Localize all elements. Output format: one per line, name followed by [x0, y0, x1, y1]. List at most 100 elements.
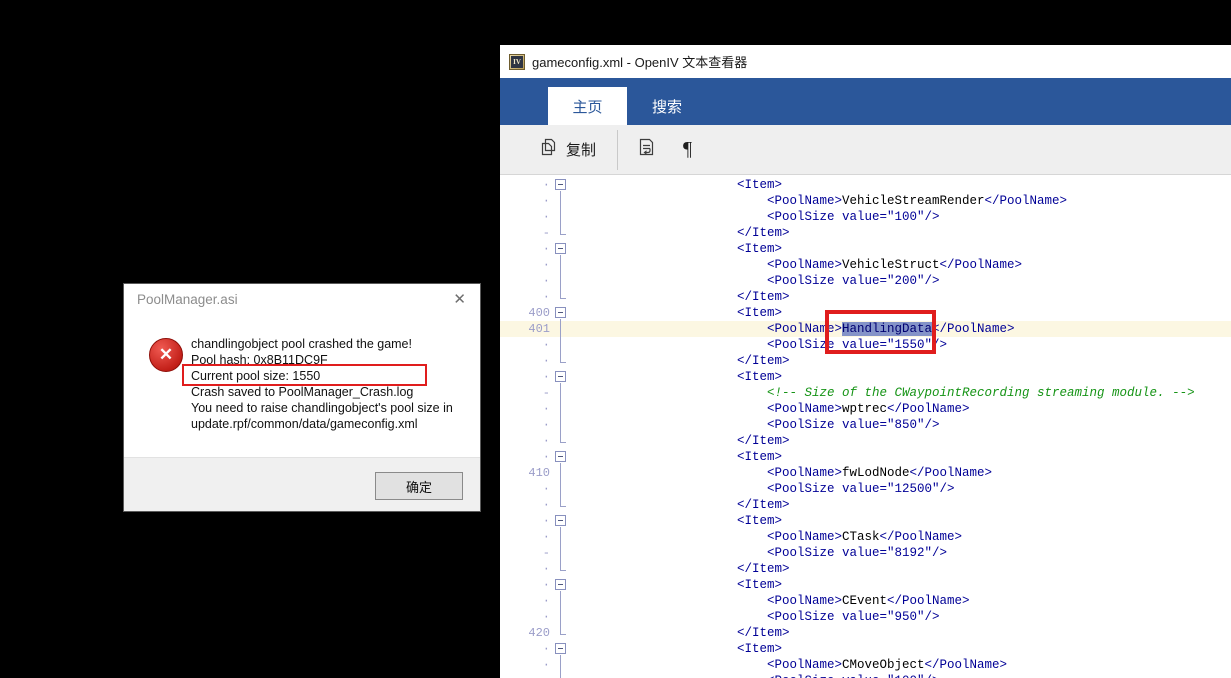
line-number: · — [542, 338, 550, 352]
code-line[interactable]: · </Item> — [500, 289, 1231, 305]
code-line[interactable]: · <PoolName>CEvent</PoolName> — [500, 593, 1231, 609]
ok-button[interactable]: 确定 — [375, 472, 463, 500]
code-line[interactable]: · <Item> — [500, 641, 1231, 657]
collapse-minus-icon[interactable] — [555, 643, 566, 654]
code-text: <PoolName>CMoveObject</PoolName> — [767, 658, 1008, 672]
code-line[interactable]: · </Item> — [500, 497, 1231, 513]
code-line[interactable]: · <PoolSize value="100"/> — [500, 209, 1231, 225]
code-text: <Item> — [737, 514, 783, 528]
code-line[interactable]: · <PoolSize value="200"/> — [500, 273, 1231, 289]
code-line[interactable]: · <Item> — [500, 513, 1231, 529]
collapse-minus-icon[interactable] — [555, 179, 566, 190]
code-lines: · <Item> · <PoolName>VehicleStreamRender</P… — [500, 177, 1231, 678]
code-line[interactable]: · <PoolSize value="950"/> — [500, 609, 1231, 625]
tab-search[interactable]: 搜索 — [627, 87, 707, 125]
pilcrow-icon: ¶ — [683, 138, 693, 160]
code-line[interactable]: - </Item> — [500, 225, 1231, 241]
dialog-titlebar[interactable]: PoolManager.asi ✕ — [124, 284, 480, 314]
annotation-box-handlingdata — [825, 310, 936, 354]
code-text: <Item> — [737, 642, 783, 656]
dialog-body: ✕ chandlingobject pool crashed the game!… — [124, 314, 480, 459]
dialog-close-icon[interactable]: ✕ — [453, 290, 466, 308]
line-number: · — [500, 673, 550, 678]
code-text: <PoolName>CEvent</PoolName> — [767, 594, 970, 608]
fold-collapse-icon[interactable] — [550, 369, 572, 385]
code-line[interactable]: · <PoolName>VehicleStruct</PoolName> — [500, 257, 1231, 273]
copy-button[interactable]: 复制 — [538, 137, 596, 162]
dialog-message-line: You need to raise chandlingobject's pool… — [191, 401, 453, 415]
line-number: - — [542, 546, 550, 560]
line-number: 401 — [528, 322, 550, 336]
collapse-minus-icon[interactable] — [555, 515, 566, 526]
word-wrap-button[interactable] — [635, 137, 657, 163]
code-line[interactable]: · <Item> — [500, 177, 1231, 193]
fold-collapse-icon[interactable] — [550, 577, 572, 593]
pilcrow-button[interactable]: ¶ — [683, 138, 692, 161]
code-text: <PoolSize value="950"/> — [767, 610, 940, 624]
line-number: · — [542, 210, 550, 224]
code-line[interactable]: · <PoolSize value="12500"/> — [500, 481, 1231, 497]
line-number: · — [542, 530, 550, 544]
fold-guide-line — [550, 209, 572, 225]
error-icon: ✕ — [149, 338, 183, 372]
fold-guide-line — [550, 337, 572, 353]
dialog-message-line: chandlingobject pool crashed the game! — [191, 337, 412, 351]
tab-home[interactable]: 主页 — [548, 87, 627, 125]
code-text: <PoolName>wptrec</PoolName> — [767, 402, 970, 416]
code-line[interactable]: · <Item> — [500, 369, 1231, 385]
code-line[interactable]: · </Item> — [500, 561, 1231, 577]
code-line[interactable]: · </Item> — [500, 353, 1231, 369]
code-line[interactable]: · <PoolName>VehicleStreamRender</PoolName… — [500, 193, 1231, 209]
line-number: · — [542, 418, 550, 432]
window-titlebar[interactable]: IV gameconfig.xml - OpenIV 文本查看器 — [500, 45, 1231, 78]
collapse-minus-icon[interactable] — [555, 307, 566, 318]
code-text: <PoolName>CTask</PoolName> — [767, 530, 963, 544]
code-line[interactable]: - <PoolSize value="8192"/> — [500, 545, 1231, 561]
fold-collapse-icon[interactable] — [550, 241, 572, 257]
code-text: </Item> — [737, 290, 790, 304]
code-line[interactable]: 420 </Item> — [500, 625, 1231, 641]
line-number: - — [542, 226, 550, 240]
code-line[interactable]: · <PoolName>wptrec</PoolName> — [500, 401, 1231, 417]
text-editor[interactable]: · <Item> · <PoolName>VehicleStreamRender</P… — [500, 175, 1231, 678]
fold-guide-line — [550, 481, 572, 497]
fold-guide-line — [550, 609, 572, 625]
code-line[interactable]: · <PoolName>CMoveObject</PoolName> — [500, 657, 1231, 673]
copy-button-label: 复制 — [566, 142, 597, 159]
code-line[interactable]: · <PoolName>CTask</PoolName> — [500, 529, 1231, 545]
dialog-message-line: update.rpf/common/data/gameconfig.xml — [191, 417, 418, 431]
line-number: · — [542, 290, 550, 304]
collapse-minus-icon[interactable] — [555, 371, 566, 382]
line-number: · — [542, 434, 550, 448]
poolmanager-dialog: PoolManager.asi ✕ ✕ chandlingobject pool… — [123, 283, 481, 512]
line-number: · — [542, 194, 550, 208]
fold-guide-line — [550, 353, 572, 369]
code-line[interactable]: · <Item> — [500, 577, 1231, 593]
code-line[interactable]: · </Item> — [500, 433, 1231, 449]
collapse-minus-icon[interactable] — [555, 243, 566, 254]
collapse-minus-icon[interactable] — [555, 579, 566, 590]
code-text: <Item> — [737, 450, 783, 464]
fold-collapse-icon[interactable] — [550, 305, 572, 321]
dialog-title: PoolManager.asi — [137, 291, 238, 307]
fold-collapse-icon[interactable] — [550, 177, 572, 193]
collapse-minus-icon[interactable] — [555, 451, 566, 462]
code-line[interactable]: · <Item> — [500, 449, 1231, 465]
code-line[interactable]: · <Item> — [500, 241, 1231, 257]
code-text: <PoolName>VehicleStruct</PoolName> — [767, 258, 1023, 272]
code-line[interactable]: 410 <PoolName>fwLodNode</PoolName> — [500, 465, 1231, 481]
window-title: gameconfig.xml - OpenIV 文本查看器 — [532, 55, 748, 70]
fold-collapse-icon[interactable] — [550, 449, 572, 465]
code-line[interactable]: · <PoolSize value="850"/> — [500, 417, 1231, 433]
desktop-background: IV gameconfig.xml - OpenIV 文本查看器 主页 搜索 复… — [0, 0, 1231, 678]
dialog-footer: 确定 — [124, 457, 480, 511]
code-text: <Item> — [737, 178, 783, 192]
code-text: <PoolSize value="850"/> — [767, 418, 940, 432]
code-line[interactable]: - <!-- Size of the CWaypointRecording str… — [500, 385, 1231, 401]
fold-guide-line — [550, 257, 572, 273]
code-text: <PoolSize value="200"/> — [767, 274, 940, 288]
fold-collapse-icon[interactable] — [550, 513, 572, 529]
code-line[interactable]: · <PoolSize value="100"/> — [500, 673, 1231, 678]
fold-collapse-icon[interactable] — [550, 641, 572, 657]
fold-guide-line — [550, 673, 572, 678]
